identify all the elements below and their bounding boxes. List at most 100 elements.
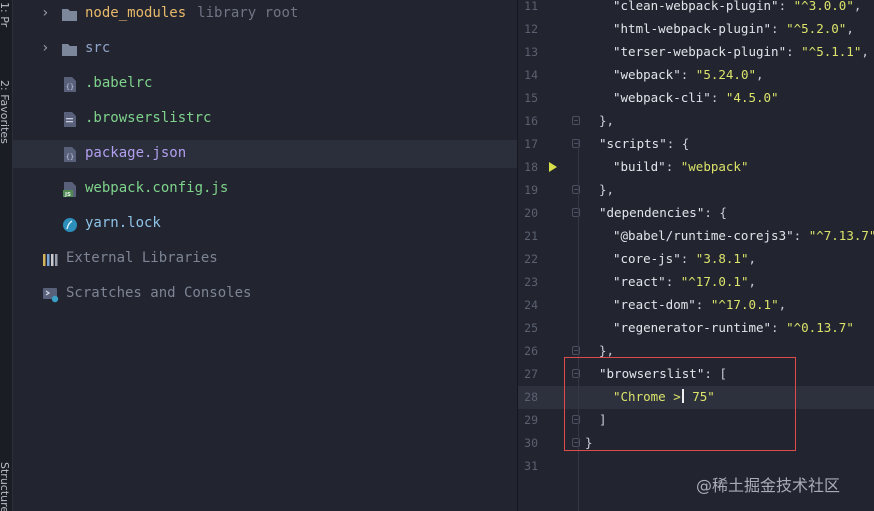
punctuation: }, — [599, 113, 615, 128]
code-text: "clean-webpack-plugin": "^3.0.0", — [613, 0, 861, 13]
line-number[interactable]: 14 — [518, 68, 538, 82]
punctuation: , — [748, 274, 757, 289]
code-text: "build": "webpack" — [613, 159, 748, 174]
tree-item-label: External Libraries — [66, 250, 218, 266]
tree-item-yarn-lock[interactable]: yarn.lock — [13, 210, 517, 238]
code-text: }, — [599, 113, 614, 128]
punctuation: , — [756, 67, 764, 82]
code-text: "react-dom": "^17.0.1", — [613, 297, 786, 312]
line-number[interactable]: 27 — [518, 367, 538, 381]
json-string-value: "webpack" — [680, 159, 749, 174]
line-number[interactable]: 24 — [518, 298, 538, 312]
line-number[interactable]: 16 — [518, 114, 538, 128]
svg-text:JS: JS — [64, 192, 71, 198]
line-number[interactable]: 19 — [518, 183, 538, 197]
code-text: "webpack": "5.24.0", — [613, 67, 764, 82]
tree-item-text: node_modules — [85, 5, 187, 21]
line-number[interactable]: 28 — [518, 390, 538, 404]
json-key: "build" — [613, 159, 666, 174]
code-line[interactable]: 12 "html-webpack-plugin": "^5.2.0", — [518, 18, 874, 41]
json-key: "react" — [613, 274, 666, 289]
json-key: "terser-webpack-plugin" — [613, 44, 787, 59]
line-number[interactable]: 11 — [518, 0, 538, 13]
colon: : — [665, 159, 681, 174]
line-number[interactable]: 15 — [518, 91, 538, 105]
code-line[interactable]: 17 "scripts": { — [518, 133, 874, 156]
json-key: "html-webpack-plugin" — [613, 21, 772, 36]
watermark: @稀土掘金技术社区 — [696, 476, 841, 495]
code-line[interactable]: 11 "clean-webpack-plugin": "^3.0.0", — [518, 0, 874, 18]
json-key: "regenerator-runtime" — [613, 320, 772, 335]
line-number[interactable]: 22 — [518, 252, 538, 266]
code-line[interactable]: 16}, — [518, 110, 874, 133]
line-number[interactable]: 17 — [518, 137, 538, 151]
text-file-icon — [61, 111, 78, 128]
fold-marker-icon[interactable] — [572, 116, 580, 125]
json-string-value: "^17.0.1" — [710, 297, 779, 312]
tree-item-scratches-and-consoles[interactable]: Scratches and Consoles — [13, 280, 517, 308]
line-number[interactable]: 23 — [518, 275, 538, 289]
line-number[interactable]: 26 — [518, 344, 538, 358]
code-line[interactable]: 22 "core-js": "3.8.1", — [518, 248, 874, 271]
code-line[interactable]: 24 "react-dom": "^17.0.1", — [518, 294, 874, 317]
line-number[interactable]: 29 — [518, 413, 538, 427]
line-number[interactable]: 20 — [518, 206, 538, 220]
colon: : — [680, 67, 696, 82]
punctuation: , — [846, 21, 854, 36]
line-number[interactable]: 25 — [518, 321, 538, 335]
json-string-value: "^5.2.0" — [786, 21, 847, 36]
highlight-box — [564, 357, 796, 451]
tree-item-text: package.json — [85, 145, 187, 161]
code-text: "@babel/runtime-corejs3": "^7.13.7", — [613, 228, 874, 243]
json-key: "clean-webpack-plugin" — [613, 0, 779, 13]
folder-icon — [61, 6, 78, 23]
json-key: "dependencies" — [599, 205, 705, 220]
code-line[interactable]: 23 "react": "^17.0.1", — [518, 271, 874, 294]
line-number[interactable]: 21 — [518, 229, 538, 243]
tree-item-external-libraries[interactable]: External Libraries — [13, 245, 517, 273]
line-number[interactable]: 18 — [518, 160, 538, 174]
code-line[interactable]: 15 "webpack-cli": "4.5.0" — [518, 87, 874, 110]
json-file-icon: {} — [61, 76, 78, 93]
chevron-right-icon[interactable]: › — [41, 6, 53, 20]
tree-item-label: webpack.config.js — [85, 180, 228, 196]
code-line[interactable]: 21 "@babel/runtime-corejs3": "^7.13.7", — [518, 225, 874, 248]
tree-item-src[interactable]: › src — [13, 35, 517, 63]
project-tab[interactable]: 1: Pr — [0, 2, 11, 42]
tree-item-label: src — [85, 40, 110, 56]
svg-text:{}: {} — [66, 153, 74, 161]
json-key: "webpack-cli" — [613, 90, 711, 105]
code-line[interactable]: 25 "regenerator-runtime": "^0.13.7" — [518, 317, 874, 340]
code-line[interactable]: 19}, — [518, 179, 874, 202]
tree-item-babelrc[interactable]: {} .babelrc — [13, 70, 517, 98]
tree-item-node-modules[interactable]: › node_modules library root — [13, 0, 517, 28]
colon: : — [771, 320, 787, 335]
line-number[interactable]: 13 — [518, 45, 538, 59]
code-text: }, — [599, 182, 614, 197]
tree-item-webpack-config-js[interactable]: JS webpack.config.js — [13, 175, 517, 203]
tree-item-browserslistrc[interactable]: .browserslistrc — [13, 105, 517, 133]
code-line[interactable]: 18 "build": "webpack" — [518, 156, 874, 179]
code-text: "dependencies": { — [599, 205, 727, 220]
code-line[interactable]: 20 "dependencies": { — [518, 202, 874, 225]
code-line[interactable]: 14 "webpack": "5.24.0", — [518, 64, 874, 87]
tree-item-package-json[interactable]: {} package.json — [13, 140, 517, 168]
code-text: "scripts": { — [599, 136, 689, 151]
structure-tab[interactable]: Structure — [0, 462, 11, 511]
line-number[interactable]: 30 — [518, 436, 538, 450]
run-script-icon[interactable] — [549, 162, 557, 172]
code-line[interactable]: 13 "terser-webpack-plugin": "^5.1.1", — [518, 41, 874, 64]
colon: : — [695, 297, 711, 312]
chevron-right-icon[interactable]: › — [41, 41, 53, 55]
code-text: "core-js": "3.8.1", — [613, 251, 756, 266]
code-text: "regenerator-runtime": "^0.13.7" — [613, 320, 854, 335]
line-number[interactable]: 12 — [518, 22, 538, 36]
code-text: }, — [599, 343, 614, 358]
tree-item-text: webpack.config.js — [85, 180, 229, 196]
punctuation: , — [861, 44, 869, 59]
json-file-icon: {} — [61, 146, 78, 163]
line-number[interactable]: 31 — [518, 459, 538, 473]
tree-item-text: src — [85, 40, 111, 56]
yarn-icon — [61, 216, 78, 233]
favorites-tab[interactable]: 2: Favorites — [0, 80, 11, 205]
